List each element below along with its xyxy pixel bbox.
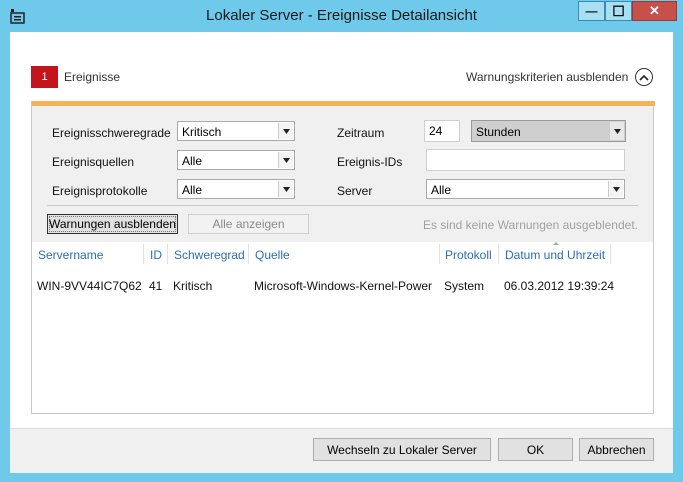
period-unit-dropdown[interactable]: Stunden [471, 120, 626, 142]
cell-datetime: 06.03.2012 19:39:24 [504, 279, 615, 293]
column-divider[interactable] [498, 244, 499, 264]
minimize-icon: — [585, 4, 598, 18]
column-header-datetime[interactable]: Datum und Uhrzeit [505, 248, 605, 262]
period-input[interactable]: 24 [424, 120, 460, 142]
sort-indicator-icon [553, 242, 559, 245]
hidden-warnings-status: Es sind keine Warnungen ausgeblendet. [422, 218, 638, 232]
cell-id: 41 [149, 279, 163, 293]
column-header-log[interactable]: Protokoll [445, 248, 492, 262]
server-dropdown[interactable]: Alle [426, 179, 625, 199]
sources-value: Alle [182, 154, 203, 168]
logs-value: Alle [182, 183, 203, 197]
chevron-down-icon [278, 181, 293, 197]
dialog-footer: Wechseln zu Lokaler Server OK Abbrechen [10, 428, 673, 473]
hide-criteria-link[interactable]: Warnungskriterien ausblenden [466, 70, 628, 84]
period-label: Zeitraum [337, 126, 385, 140]
dialog-content: 1 Ereignisse Warnungskriterien ausblende… [10, 32, 673, 473]
column-header-severity[interactable]: Schweregrad [174, 248, 245, 262]
column-divider[interactable] [248, 244, 249, 264]
logs-dropdown[interactable]: Alle [177, 179, 295, 199]
server-value: Alle [431, 183, 452, 197]
switch-to-local-server-button[interactable]: Wechseln zu Lokaler Server [313, 438, 491, 461]
column-divider[interactable] [439, 244, 440, 264]
close-icon: ✕ [649, 3, 660, 18]
severity-value: Kritisch [182, 125, 222, 139]
maximize-icon: ☐ [612, 2, 625, 19]
column-divider[interactable] [143, 244, 144, 264]
hide-warnings-label: Warnungen ausblenden [49, 217, 176, 231]
column-header-source[interactable]: Quelle [255, 248, 290, 262]
severity-dropdown[interactable]: Kritisch [177, 121, 295, 141]
period-unit-value: Stunden [476, 125, 521, 139]
logs-label: Ereignisprotokolle [52, 184, 148, 198]
maximize-button[interactable]: ☐ [605, 1, 632, 21]
title-bar[interactable]: Lokaler Server - Ereignisse Detailansich… [0, 0, 683, 32]
hide-warnings-button[interactable]: Warnungen ausblenden [47, 214, 178, 234]
cell-log: System [444, 279, 485, 293]
event-ids-input[interactable] [426, 149, 625, 171]
column-divider[interactable] [167, 244, 168, 264]
chevron-down-icon [278, 152, 293, 168]
chevron-down-icon [278, 123, 293, 139]
ok-button[interactable]: OK [498, 438, 573, 461]
events-heading: Ereignisse [64, 70, 121, 84]
criteria-divider [47, 205, 638, 206]
cell-servername: WIN-9VV44IC7Q62 [37, 279, 142, 293]
close-button[interactable]: ✕ [632, 1, 677, 21]
chevron-down-icon [609, 122, 624, 140]
show-all-button[interactable]: Alle anzeigen [188, 214, 309, 234]
cell-severity: Kritisch [173, 279, 213, 293]
chevron-down-icon [608, 181, 623, 197]
events-panel: Ereignisschweregrade Kritisch Ereignisqu… [31, 101, 655, 414]
sources-dropdown[interactable]: Alle [177, 150, 295, 170]
column-header-servername[interactable]: Servername [38, 248, 103, 262]
event-count-badge: 1 [31, 66, 58, 88]
cell-source: Microsoft-Windows-Kernel-Power [254, 279, 433, 293]
severity-label: Ereignisschweregrade [52, 126, 171, 140]
column-divider[interactable] [610, 244, 611, 264]
column-header-id[interactable]: ID [150, 248, 162, 262]
chevron-up-icon[interactable] [635, 68, 653, 86]
cancel-button[interactable]: Abbrechen [579, 438, 654, 461]
warning-criteria: Ereignisschweregrade Kritisch Ereignisqu… [32, 106, 653, 242]
server-label: Server [337, 184, 373, 198]
window-frame: Lokaler Server - Ereignisse Detailansich… [0, 0, 683, 482]
sources-label: Ereignisquellen [52, 155, 135, 169]
minimize-button[interactable]: — [578, 1, 605, 21]
event-ids-label: Ereignis-IDs [337, 155, 403, 169]
